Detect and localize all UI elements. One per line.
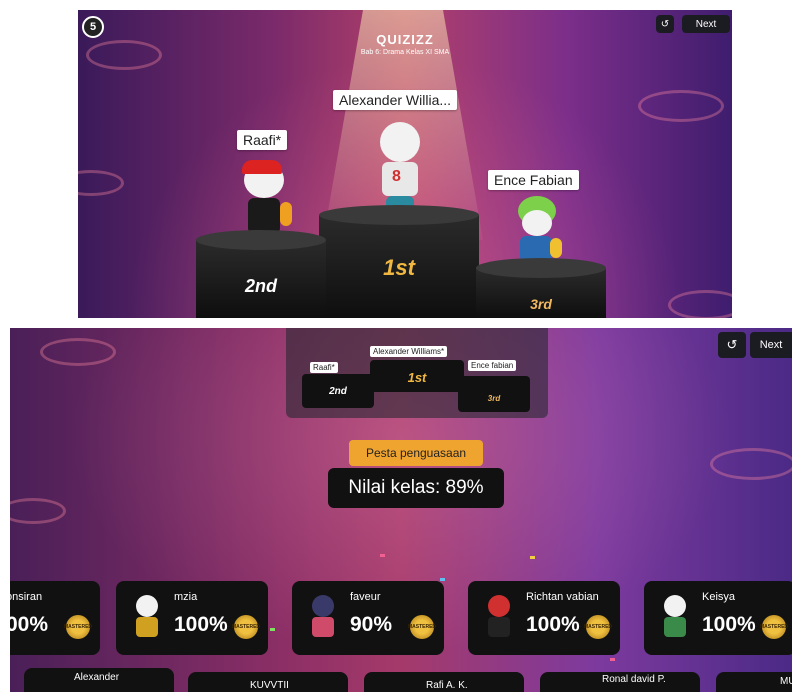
student-card[interactable]: onsiran 00% MASTERED [10,581,100,655]
student-card[interactable]: faveur 90% MASTERED [292,581,444,655]
mini-second-name: Raafi* [310,362,338,373]
student-name: Ronal david P. [602,674,666,685]
undo-icon: ↺ [726,337,738,352]
student-card[interactable]: Rafi A. K. [364,672,524,692]
mastered-seal: MASTERED [64,615,92,639]
confetti [610,658,615,661]
confetti [440,578,445,581]
student-name: faveur [350,591,381,603]
mastered-seal: MASTERED [408,615,436,639]
student-card[interactable]: Richtan vabian 100% MASTERED [468,581,620,655]
mini-first-podium: 1st [370,360,464,392]
student-avatar [482,595,516,639]
third-place-rank: 3rd [530,296,552,312]
quizizz-logo: QUIZIZZ [376,32,434,47]
mastery-party-badge: Pesta penguasaan [349,440,483,466]
decor-ring [668,290,732,318]
student-card[interactable]: mzia 100% MASTERED [116,581,268,655]
decor-ring [710,448,792,480]
undo-button[interactable]: ↺ [656,15,674,33]
second-place-rank: 2nd [244,276,277,296]
student-avatar [130,595,164,639]
confetti [380,554,385,557]
mastered-seal: MASTERED [760,615,788,639]
third-place-podium: 3rd [476,258,606,318]
first-place-rank: 1st [383,255,415,280]
student-score: 100% [526,613,580,636]
student-name: mzia [174,591,198,603]
student-card[interactable]: KUVVTII [188,672,348,692]
next-button[interactable]: Next [750,332,792,358]
student-card[interactable]: Keisya 100% MASTERED [644,581,792,655]
student-score: 100% [174,613,228,636]
next-button[interactable]: Next [682,15,730,33]
mastered-seal: MASTERED [584,615,612,639]
mini-first-name: Alexander Williams* [370,346,448,357]
undo-button[interactable]: ↺ [718,332,746,358]
decor-ring [40,338,116,366]
second-place-podium: 2nd [196,230,326,318]
quiz-subtitle: Bab 6: Drama Kelas XI SMA [360,49,450,56]
class-score: Nilai kelas: 89% [328,468,504,508]
decor-ring [10,498,66,524]
student-name: Keisya [702,591,736,603]
confetti [530,556,535,559]
student-avatar [306,595,340,639]
student-score: 100% [702,613,756,636]
second-place-name: Raafi* [237,130,288,150]
class-results-screen: ↺ Next Alexander Williams* 1st Raafi* 2n… [10,328,792,692]
third-place-name: Ence Fabian [488,170,579,190]
decor-ring [638,90,724,122]
student-name: KUVVTII [250,680,289,691]
first-place-name: Alexander Willia... [333,90,458,110]
student-name: MU [780,676,792,687]
mini-third-name: Ence fabian [468,360,517,371]
student-name: Alexander [74,672,120,683]
mastered-seal: MASTERED [232,615,260,639]
student-card[interactable]: Alexander [24,668,174,692]
student-card[interactable]: MU [716,672,792,692]
undo-icon: ↺ [660,18,670,30]
mini-second-rank: 2nd [329,386,347,397]
student-score: 90% [350,613,393,636]
student-name: onsiran [10,591,43,603]
first-place-podium: 1st [319,205,479,318]
student-card[interactable]: Ronal david P. [540,672,700,692]
decor-ring [78,170,124,196]
mini-third-podium: 3rd [458,376,530,412]
mini-podium: Alexander Williams* 1st Raafi* 2nd Ence … [286,328,548,418]
confetti [270,628,275,631]
quiz-header: QUIZIZZ Bab 6: Drama Kelas XI SMA [78,32,732,56]
student-name: Rafi A. K. [426,680,468,691]
student-avatar [658,595,692,639]
mini-third-rank: 3rd [487,394,501,403]
podium-screen: 5 ↺ Next QUIZIZZ Bab 6: Drama Kelas XI S… [78,10,732,318]
mini-second-podium: 2nd [302,374,374,408]
mini-first-rank: 1st [407,370,427,385]
student-name: Richtan vabian [526,591,599,603]
student-score: 00% [10,613,49,636]
